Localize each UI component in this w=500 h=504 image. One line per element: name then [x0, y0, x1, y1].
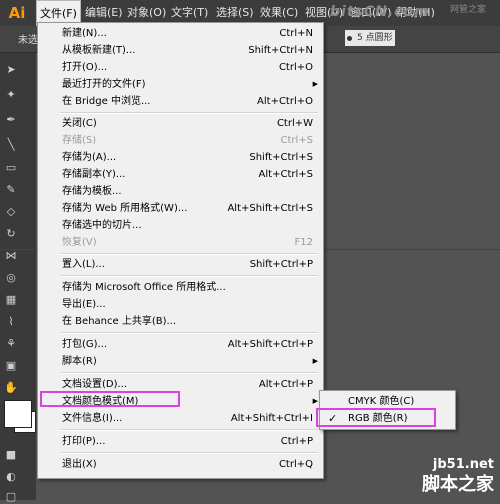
screen-mode-icon[interactable]: ▢ — [4, 490, 18, 504]
fill-swatch[interactable] — [4, 400, 32, 428]
artboard-tool-icon[interactable]: ▣ — [4, 359, 18, 373]
rotate-tool-icon[interactable]: ↻ — [4, 227, 18, 241]
eyedropper-tool-icon[interactable]: ⌇ — [4, 315, 18, 329]
menu-item-package[interactable]: 打包(G)... Alt+Shift+Ctrl+P — [38, 336, 323, 353]
selection-tool-icon[interactable]: ➤ — [4, 63, 18, 77]
mesh-tool-icon[interactable]: ▦ — [4, 293, 18, 307]
menu-item-save-as[interactable]: 存储为(A)... Shift+Ctrl+S — [38, 149, 323, 166]
color-mode-highlight-box — [40, 391, 180, 407]
menu-item-place[interactable]: 置入(L)... Shift+Ctrl+P — [38, 256, 323, 273]
color-mode-icon[interactable]: ■ — [4, 448, 18, 462]
menu-separator — [60, 112, 318, 114]
menu-separator — [60, 332, 318, 334]
watermark-bitscn: bitsCN.com — [330, 4, 430, 20]
rgb-highlight-box — [316, 408, 436, 427]
menu-item-recent-files[interactable]: 最近打开的文件(F) ▶ — [38, 76, 323, 93]
menu-item-save: 存储(S) Ctrl+S — [62, 135, 313, 146]
magic-wand-tool-icon[interactable]: ✦ — [4, 88, 18, 102]
pencil-tool-icon[interactable]: ✎ — [4, 183, 18, 197]
menu-item-exit[interactable]: 退出(X) Ctrl+Q — [38, 456, 323, 473]
selection-status: 未选 — [18, 35, 38, 46]
menu-item-save-for-web[interactable]: 存储为 Web 所用格式(W)... Alt+Shift+Ctrl+S — [38, 200, 323, 217]
menu-item-save-office[interactable]: 存储为 Microsoft Office 所用格式... — [38, 279, 323, 296]
submenu-arrow-icon: ▶ — [312, 357, 318, 365]
draw-mode-icon[interactable]: ◐ — [4, 470, 18, 484]
menu-separator — [60, 253, 318, 255]
line-tool-icon[interactable]: ╲ — [4, 138, 18, 152]
rectangle-tool-icon[interactable]: ▭ — [4, 161, 18, 175]
tools-panel: ➤ ✦ ✒ ╲ ▭ ✎ ◇ ↻ ⋈ ◎ ▦ ⌇ ⚘ ▣ ✋ ■ ◐ ▢ — [0, 53, 36, 503]
menu-item-browse-bridge[interactable]: 在 Bridge 中浏览... Alt+Ctrl+O — [38, 93, 323, 110]
menu-item-save-copy[interactable]: 存储副本(Y)... Alt+Ctrl+S — [38, 166, 323, 183]
illustrator-logo: Ai — [8, 4, 26, 22]
menu-item-new-from-template[interactable]: 从模板新建(T)... Shift+Ctrl+N — [38, 42, 323, 59]
menu-item-new[interactable]: 新建(N)... Ctrl+N — [38, 25, 323, 42]
shape-builder-tool-icon[interactable]: ◎ — [4, 271, 18, 285]
symbol-sprayer-tool-icon[interactable]: ⚘ — [4, 337, 18, 351]
submenu-arrow-icon: ▶ — [312, 80, 318, 88]
width-tool-icon[interactable]: ⋈ — [4, 249, 18, 263]
menu-item-revert: 恢复(V) F12 — [62, 237, 313, 248]
menu-item-close[interactable]: 关闭(C) Ctrl+W — [38, 115, 323, 132]
menu-separator — [60, 429, 318, 431]
menu-item-save-slices[interactable]: 存储选中的切片... — [38, 217, 323, 234]
pen-tool-icon[interactable]: ✒ — [4, 113, 18, 127]
menu-item-export[interactable]: 导出(E)... — [38, 296, 323, 313]
brush-dot-icon — [347, 36, 352, 41]
menu-item-open[interactable]: 打开(O)... Ctrl+O — [38, 59, 323, 76]
menu-item-share-behance[interactable]: 在 Behance 上共享(B)... — [38, 313, 323, 330]
menu-item-file-info[interactable]: 文件信息(I)... Alt+Shift+Ctrl+I — [38, 410, 323, 427]
menu-item-print[interactable]: 打印(P)... Ctrl+P — [38, 433, 323, 450]
menu-item-scripts[interactable]: 脚本(R) ▶ — [38, 353, 323, 370]
watermark-bitscn-sub: 网管之家 — [450, 5, 487, 15]
file-menu-dropdown: 新建(N)... Ctrl+N 从模板新建(T)... Shift+Ctrl+N 打… — [37, 22, 324, 479]
menu-separator — [60, 372, 318, 374]
brush-stroke-field[interactable]: 5 点圆形 — [345, 30, 395, 46]
watermark-jiaoben: 脚本之家 — [422, 474, 494, 495]
menu-item-save-as-template[interactable]: 存储为模板... — [38, 183, 323, 200]
eraser-tool-icon[interactable]: ◇ — [4, 205, 18, 219]
hand-tool-icon[interactable]: ✋ — [4, 381, 18, 395]
menu-separator — [60, 452, 318, 454]
menu-separator — [60, 275, 318, 277]
